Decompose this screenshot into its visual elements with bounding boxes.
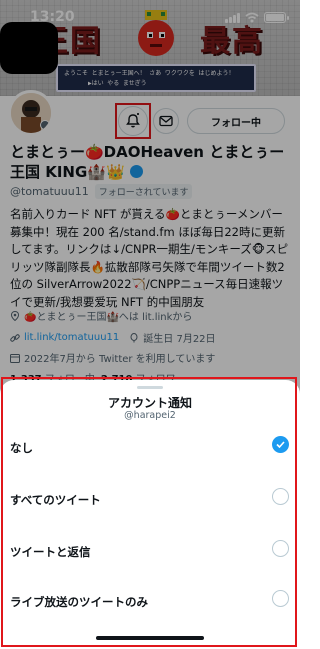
highlight-box-sheet xyxy=(1,377,297,647)
home-indicator[interactable] xyxy=(96,636,204,640)
